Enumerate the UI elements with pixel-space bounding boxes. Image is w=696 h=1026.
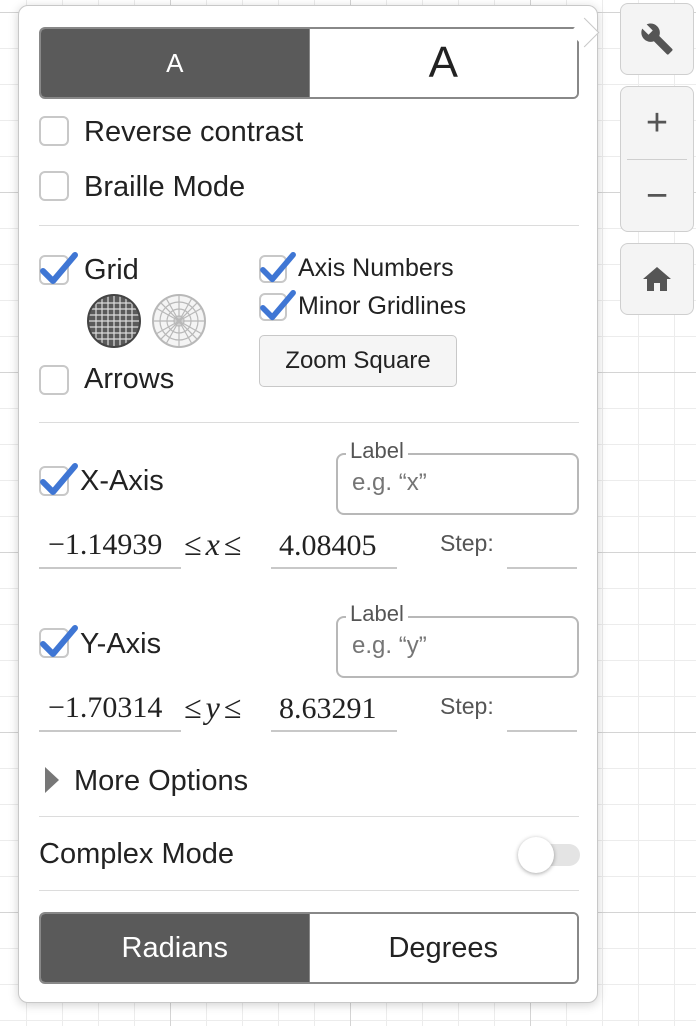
arrows-checkbox[interactable] <box>39 365 69 395</box>
small-text-button[interactable]: A <box>41 29 309 97</box>
minor-gridlines-label: Minor Gridlines <box>298 292 467 320</box>
leq-symbol: ≤ <box>184 526 202 562</box>
axis-numbers-label: Axis Numbers <box>298 254 454 282</box>
braille-mode-checkbox[interactable] <box>39 171 69 201</box>
y-axis-label: Y-Axis <box>80 628 162 660</box>
more-options-toggle[interactable] <box>43 766 61 799</box>
leq-symbol: ≤ <box>223 526 242 562</box>
reverse-contrast-label: Reverse contrast <box>84 116 304 148</box>
axis-numbers-checkbox[interactable] <box>259 251 296 283</box>
degrees-button[interactable]: Degrees <box>308 914 577 982</box>
y-max-underline <box>271 730 397 732</box>
y-axis-label-legend: Label <box>346 601 408 627</box>
leq-symbol: ≤ <box>184 689 202 725</box>
zoom-controls: + − <box>620 86 694 232</box>
x-step-label: Step: <box>440 530 494 556</box>
angle-mode-toggle: Radians Degrees <box>39 912 579 984</box>
wrench-icon <box>641 23 673 55</box>
x-axis-checkbox[interactable] <box>39 463 78 496</box>
zoom-square-button[interactable]: Zoom Square <box>259 335 457 387</box>
graph-settings-panel: A A Reverse contrast Braille Mode Grid A… <box>18 5 598 1003</box>
x-inequality: ≤ x ≤ <box>184 527 241 561</box>
graph-settings-button[interactable] <box>620 3 694 75</box>
y-axis-label-field: Label <box>336 601 579 678</box>
y-inequality: ≤ y ≤ <box>184 690 241 724</box>
checkmark-icon <box>260 289 296 321</box>
radians-button[interactable]: Radians <box>41 914 309 982</box>
y-min-input[interactable]: −1.70314 <box>48 691 162 725</box>
x-min-underline <box>39 567 181 569</box>
rectangular-grid-icon[interactable] <box>86 293 142 354</box>
minor-gridlines-checkbox[interactable] <box>259 289 296 321</box>
x-axis-label-input[interactable] <box>352 469 562 497</box>
x-step-input[interactable] <box>507 567 577 569</box>
braille-mode-label: Braille Mode <box>84 171 246 203</box>
divider <box>39 816 579 817</box>
x-axis-label-legend: Label <box>346 438 408 464</box>
large-text-button[interactable]: A <box>308 29 577 97</box>
complex-mode-label: Complex Mode <box>39 838 235 870</box>
checkmark-icon <box>260 251 296 283</box>
checkmark-icon <box>40 463 78 495</box>
x-axis-label-field: Label <box>336 438 579 515</box>
caret-right-icon <box>45 767 59 793</box>
default-viewport-button[interactable] <box>620 243 694 315</box>
divider <box>39 225 579 226</box>
arrows-label: Arrows <box>84 363 175 395</box>
x-max-underline <box>271 567 397 569</box>
y-min-underline <box>39 730 181 732</box>
complex-mode-switch-knob[interactable] <box>518 837 554 873</box>
x-variable: x <box>205 526 220 562</box>
y-max-input[interactable]: 8.63291 <box>279 692 377 726</box>
x-min-input[interactable]: −1.14939 <box>48 528 162 562</box>
text-size-toggle: A A <box>39 27 579 99</box>
checkmark-icon <box>40 252 78 284</box>
more-options-label[interactable]: More Options <box>74 764 248 798</box>
x-axis-label: X-Axis <box>80 465 164 497</box>
divider <box>39 890 579 891</box>
divider <box>39 422 579 423</box>
y-axis-label-input[interactable] <box>352 632 562 660</box>
grid-checkbox[interactable] <box>39 252 78 285</box>
reverse-contrast-checkbox[interactable] <box>39 116 69 146</box>
x-max-input[interactable]: 4.08405 <box>279 529 377 563</box>
grid-label: Grid <box>84 254 139 286</box>
y-step-input[interactable] <box>507 730 577 732</box>
zoom-in-button[interactable]: + <box>621 87 693 159</box>
polar-grid-icon[interactable] <box>151 293 207 354</box>
checkmark-icon <box>40 625 78 657</box>
y-variable: y <box>205 689 220 725</box>
y-axis-checkbox[interactable] <box>39 625 78 658</box>
zoom-out-button[interactable]: − <box>621 160 693 232</box>
leq-symbol: ≤ <box>223 689 242 725</box>
home-icon <box>643 267 671 291</box>
y-step-label: Step: <box>440 693 494 719</box>
